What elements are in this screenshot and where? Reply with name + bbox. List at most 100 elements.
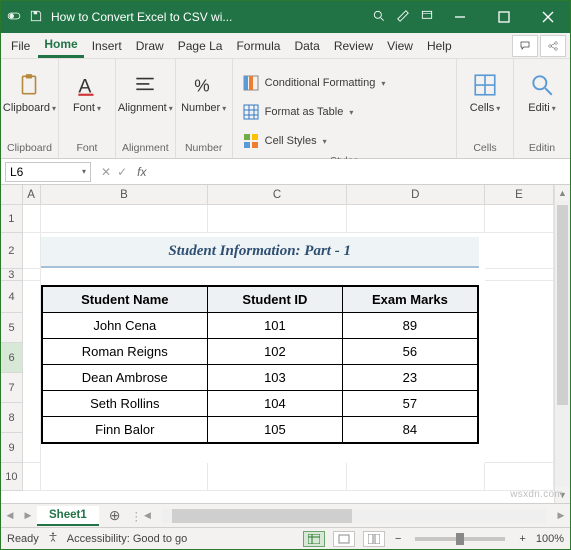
maximize-button[interactable] (482, 1, 526, 33)
chevron-down-icon: ▾ (222, 104, 226, 113)
tab-data[interactable]: Data (288, 35, 325, 57)
hscroll-left[interactable]: ◄ (138, 510, 156, 522)
number-button[interactable]: % Number▾ (182, 69, 226, 116)
tab-page-layout[interactable]: Page La (172, 35, 229, 57)
scroll-thumb[interactable] (557, 205, 568, 405)
group-name-alignment: Alignment (122, 142, 169, 156)
accessibility-icon (47, 531, 59, 546)
tab-file[interactable]: File (5, 35, 36, 57)
number-label: Number (181, 102, 220, 114)
save-icon[interactable] (29, 9, 43, 26)
format-as-table-button[interactable]: Format as Table▾ (243, 98, 354, 126)
tab-view[interactable]: View (381, 35, 419, 57)
chevron-down-icon: ▾ (323, 137, 327, 146)
app-window: How to Convert Excel to CSV wi... File H… (0, 0, 571, 550)
select-all-corner[interactable] (1, 185, 23, 205)
zoom-in-button[interactable]: + (517, 533, 527, 545)
share-button[interactable] (540, 35, 566, 57)
grid[interactable]: A B C D E 1 2 Student Information: Part … (1, 185, 554, 503)
horizontal-scrollbar[interactable] (162, 509, 546, 523)
row-header[interactable]: 7 (1, 373, 23, 403)
view-layout-button[interactable] (333, 531, 355, 547)
row-header[interactable]: 2 (1, 233, 23, 269)
group-cells: Cells▾ Cells (457, 59, 514, 158)
minimize-button[interactable] (438, 1, 482, 33)
table-row: John Cena10189 (42, 313, 478, 339)
chevron-down-icon: ▾ (82, 167, 86, 176)
comments-button[interactable] (512, 35, 538, 57)
sheet-tab[interactable]: Sheet1 (37, 506, 99, 526)
chevron-down-icon: ▾ (169, 104, 173, 113)
conditional-formatting-icon (243, 75, 259, 91)
tab-formulas[interactable]: Formula (230, 35, 286, 57)
col-header-A[interactable]: A (23, 185, 41, 205)
row-header[interactable]: 10 (1, 463, 23, 491)
cancel-icon[interactable]: ✕ (101, 165, 111, 179)
clipboard-button[interactable]: Clipboard▾ (7, 69, 51, 116)
row-header[interactable]: 6 (1, 343, 23, 373)
tab-help[interactable]: Help (421, 35, 458, 57)
col-header-D[interactable]: D (347, 185, 485, 205)
row-header[interactable]: 8 (1, 403, 23, 433)
group-alignment: Alignment▾ Alignment (116, 59, 176, 158)
tab-home[interactable]: Home (38, 33, 83, 58)
font-button[interactable]: A Font▾ (65, 69, 109, 116)
col-header-B[interactable]: B (41, 185, 209, 205)
scroll-up-icon[interactable]: ▲ (555, 185, 570, 201)
tab-draw[interactable]: Draw (130, 35, 170, 57)
formula-input[interactable] (150, 162, 570, 182)
vertical-scrollbar[interactable]: ▲ ▼ (554, 185, 570, 503)
conditional-formatting-button[interactable]: Conditional Formatting▾ (243, 69, 386, 97)
sheet-nav-prev[interactable]: ◄ (1, 510, 19, 522)
search-icon[interactable] (372, 9, 386, 26)
status-ready: Ready (7, 533, 39, 545)
enter-icon[interactable]: ✓ (117, 165, 127, 179)
row-header[interactable]: 4 (1, 281, 23, 313)
format-as-table-icon (243, 104, 259, 120)
col-header-E[interactable]: E (485, 185, 554, 205)
hscroll-thumb[interactable] (172, 509, 352, 523)
zoom-out-button[interactable]: − (393, 533, 403, 545)
sheet-nav-next[interactable]: ► (19, 510, 37, 522)
table-header: Student ID (207, 286, 342, 313)
cell-styles-button[interactable]: Cell Styles ▾ (243, 127, 327, 155)
row-header[interactable]: 3 (1, 269, 23, 281)
cells-button[interactable]: Cells▾ (463, 69, 507, 116)
table-row: Roman Reigns10256 (42, 339, 478, 365)
alignment-button[interactable]: Alignment▾ (123, 69, 167, 116)
group-font: A Font▾ Font (59, 59, 116, 158)
clipboard-label: Clipboard (3, 102, 50, 114)
alignment-icon (131, 71, 159, 99)
sheet-title: Student Information: Part - 1 (41, 237, 479, 268)
row-header[interactable]: 9 (1, 433, 23, 463)
view-pagebreak-button[interactable] (363, 531, 385, 547)
close-button[interactable] (526, 1, 570, 33)
fx-icon[interactable]: fx (133, 165, 150, 179)
group-name-clipboard: Clipboard (7, 142, 52, 156)
name-box[interactable]: L6 ▾ (5, 162, 91, 182)
hscroll-right[interactable]: ► (552, 510, 570, 522)
worksheet-area: A B C D E 1 2 Student Information: Part … (1, 185, 570, 503)
ribbon-tabs: File Home Insert Draw Page La Formula Da… (1, 33, 570, 59)
zoom-level[interactable]: 100% (536, 533, 564, 545)
zoom-slider[interactable] (415, 537, 505, 541)
autosave-toggle[interactable] (7, 9, 21, 26)
titlebar: How to Convert Excel to CSV wi... (1, 1, 570, 33)
cell-styles-icon (243, 133, 259, 149)
ribbon-options-icon[interactable] (420, 9, 434, 26)
row-header[interactable]: 1 (1, 205, 23, 233)
chevron-down-icon: ▾ (97, 104, 101, 113)
tab-review[interactable]: Review (328, 35, 379, 57)
col-header-C[interactable]: C (208, 185, 346, 205)
view-normal-button[interactable] (303, 531, 325, 547)
group-styles: Conditional Formatting▾ Format as Table▾… (233, 59, 457, 158)
scroll-down-icon[interactable]: ▼ (555, 487, 570, 503)
cell-styles-label: Cell Styles (265, 135, 317, 147)
new-sheet-button[interactable]: ⊕ (99, 507, 131, 524)
status-accessibility: Accessibility: Good to go (67, 533, 187, 545)
tab-insert[interactable]: Insert (86, 35, 128, 57)
editing-button[interactable]: Editi▾ (520, 69, 564, 116)
row-header[interactable]: 5 (1, 313, 23, 343)
chevron-down-icon: ▾ (496, 104, 500, 113)
mode-icon[interactable] (396, 9, 410, 26)
